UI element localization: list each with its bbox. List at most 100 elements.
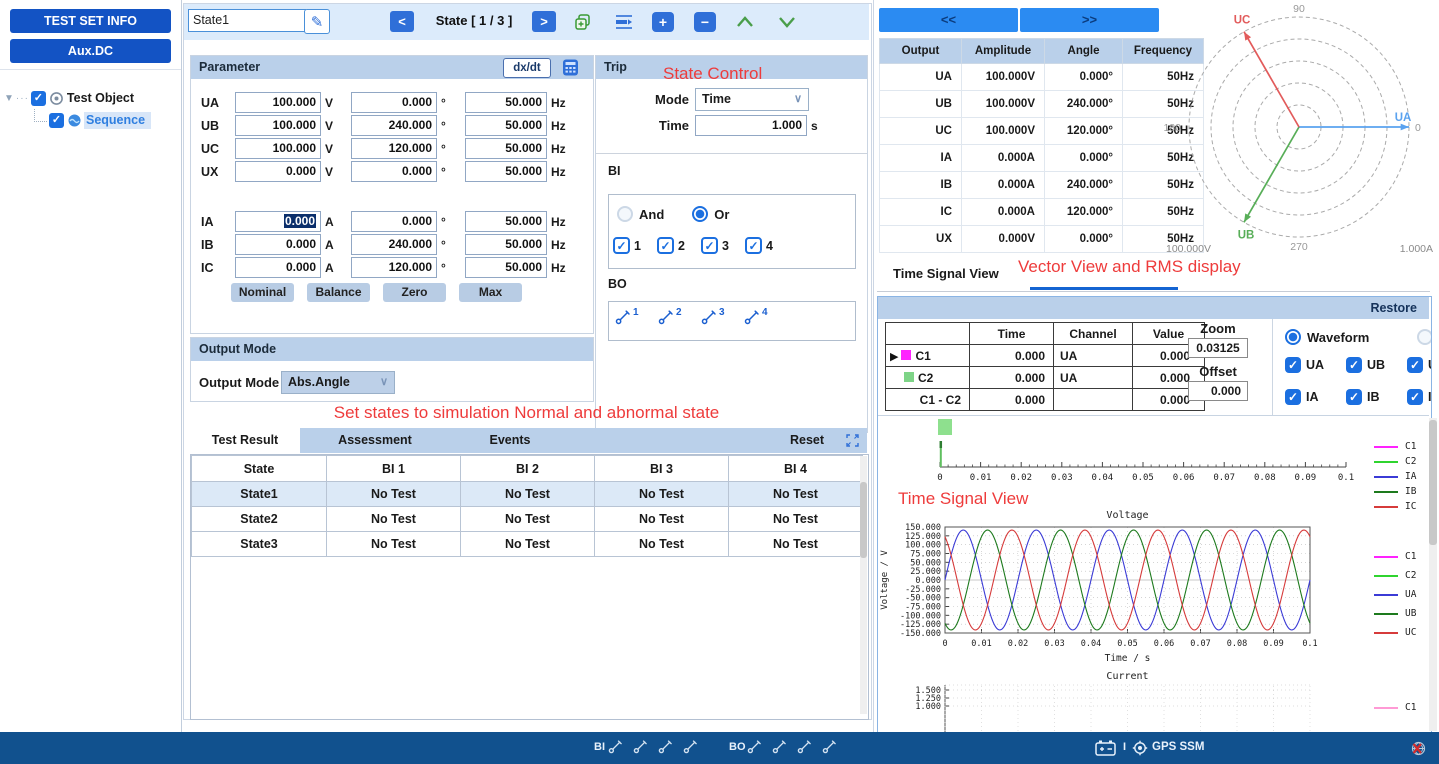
expand-button[interactable] — [837, 428, 867, 453]
result-scrollbar[interactable] — [860, 456, 867, 714]
bi-checkbox-4[interactable]: ✓ — [745, 237, 762, 254]
ux-angle-input[interactable]: 0.000 — [351, 161, 437, 182]
or-radio[interactable] — [692, 206, 708, 222]
and-radio[interactable] — [617, 206, 633, 222]
ic-angle-input[interactable]: 120.000 — [351, 257, 437, 278]
max-button[interactable]: Max — [459, 283, 522, 302]
result-row-state3[interactable]: State3No TestNo TestNo TestNo Test — [192, 532, 863, 557]
zoom-input[interactable]: 0.03125 — [1188, 338, 1248, 358]
tree-collapse-icon[interactable]: ▼ — [4, 93, 14, 104]
trip-time-input[interactable]: 1.000 — [695, 115, 807, 136]
ia-angle-input[interactable]: 0.000 — [351, 211, 437, 232]
ib-checkbox[interactable]: ✓ — [1346, 389, 1362, 405]
ic-checkbox[interactable]: ✓ — [1407, 389, 1423, 405]
add-state-button[interactable]: + — [652, 12, 674, 32]
test-set-info-button[interactable]: TEST SET INFO — [10, 9, 171, 33]
result-row-state1[interactable]: State1No TestNo TestNo TestNo Test — [192, 482, 863, 507]
uc-angle-input[interactable]: 120.000 — [351, 138, 437, 159]
aux-dc-button[interactable]: Aux.DC — [10, 39, 171, 63]
page-prev-button[interactable]: << — [879, 8, 1018, 32]
play-triangle-icon[interactable]: ▶ — [890, 351, 898, 363]
ux-frequency-input[interactable]: 50.000 — [465, 161, 547, 182]
second-display-radio[interactable] — [1417, 329, 1432, 345]
edit-state-name-button[interactable]: ✎ — [304, 9, 330, 34]
ia-frequency-input[interactable]: 50.000 — [465, 211, 547, 232]
uc-frequency-input[interactable]: 50.000 — [465, 138, 547, 159]
ua-frequency-input[interactable]: 50.000 — [465, 92, 547, 113]
channel-toggle-ib[interactable]: ✓IB — [1346, 389, 1385, 405]
bi-checkbox-1[interactable]: ✓ — [613, 237, 630, 254]
remove-state-button[interactable]: − — [694, 12, 716, 32]
bi-check-2: ✓2 — [657, 237, 701, 254]
tab-assessment[interactable]: Assessment — [300, 428, 450, 453]
tab-events[interactable]: Events — [450, 428, 570, 453]
bi-checkbox-3[interactable]: ✓ — [701, 237, 718, 254]
prev-state-button[interactable]: < — [390, 11, 414, 32]
cursor-row-3[interactable]: C1 - C20.0000.000 — [886, 389, 1205, 411]
voltage-ylabel: Voltage / V — [880, 550, 890, 610]
channel-toggle-uc[interactable]: ✓UC — [1407, 357, 1432, 373]
dxdt-button[interactable]: dx/dt — [503, 58, 551, 78]
ic-amplitude-input[interactable]: 0.000 — [235, 257, 321, 278]
ia-checkbox[interactable]: ✓ — [1285, 389, 1301, 405]
tree-item-test-object[interactable]: ▼ ··· ✓ Test Object — [4, 88, 134, 108]
next-state-button[interactable]: > — [532, 11, 556, 32]
globe-disconnected-icon[interactable] — [1410, 740, 1427, 757]
result-row-state2[interactable]: State2No TestNo TestNo TestNo Test — [192, 507, 863, 532]
move-down-button[interactable] — [776, 13, 798, 31]
ua-amplitude-input[interactable]: 100.000 — [235, 92, 321, 113]
balance-button[interactable]: Balance — [307, 283, 370, 302]
tree-item-sequence[interactable]: ✓ Sequence — [30, 110, 151, 130]
time-cursor-slider-handle[interactable] — [938, 419, 952, 435]
uc-checkbox[interactable]: ✓ — [1407, 357, 1423, 373]
channel-toggle-ub[interactable]: ✓UB — [1346, 357, 1385, 373]
ib-frequency-input[interactable]: 50.000 — [465, 234, 547, 255]
amplitude-unit: V — [321, 96, 343, 110]
bo-switch-2[interactable]: 2 — [658, 309, 701, 328]
bo-switch-4[interactable]: 4 — [744, 309, 787, 328]
channel-toggle-ia[interactable]: ✓IA — [1285, 389, 1324, 405]
signal-scrollbar-thumb[interactable] — [1429, 420, 1437, 545]
output-mode-select[interactable]: Abs.Angle∨ — [281, 371, 395, 394]
copy-state-button[interactable] — [572, 11, 594, 33]
legend-entry-ua: UA — [1374, 585, 1416, 604]
cursor-row-1[interactable]: ▶C10.000UA0.000 — [886, 345, 1205, 367]
cursor-row-2[interactable]: C20.000UA0.000 — [886, 367, 1205, 389]
channel-toggle-ua[interactable]: ✓UA — [1285, 357, 1324, 373]
move-up-button[interactable] — [734, 13, 756, 31]
waveform-radio[interactable] — [1285, 329, 1301, 345]
zero-button[interactable]: Zero — [383, 283, 446, 302]
ua-checkbox[interactable]: ✓ — [1285, 357, 1301, 373]
ub-checkbox[interactable]: ✓ — [1346, 357, 1362, 373]
restore-button[interactable]: Restore — [1370, 301, 1417, 315]
ub-frequency-input[interactable]: 50.000 — [465, 115, 547, 136]
signal-scrollbar[interactable] — [1429, 418, 1437, 731]
cursor-channel-cell — [1054, 389, 1133, 411]
trip-mode-select[interactable]: Time∨ — [695, 88, 809, 111]
test-object-checkbox[interactable]: ✓ — [31, 91, 46, 106]
nominal-button[interactable]: Nominal — [231, 283, 294, 302]
tab-test-result[interactable]: Test Result — [190, 428, 300, 453]
page-next-button[interactable]: >> — [1020, 8, 1159, 32]
uc-amplitude-input[interactable]: 100.000 — [235, 138, 321, 159]
ib-amplitude-input[interactable]: 0.000 — [235, 234, 321, 255]
ic-frequency-input[interactable]: 50.000 — [465, 257, 547, 278]
ub-amplitude-input[interactable]: 100.000 — [235, 115, 321, 136]
calculator-button[interactable] — [560, 57, 581, 78]
ub-angle-input[interactable]: 240.000 — [351, 115, 437, 136]
tab-time-signal-view[interactable]: Time Signal View — [893, 266, 999, 281]
ia-amplitude-input[interactable]: 0.000 — [235, 211, 321, 232]
result-scrollbar-thumb[interactable] — [860, 482, 867, 558]
ux-amplitude-input[interactable]: 0.000 — [235, 161, 321, 182]
offset-input[interactable]: 0.000 — [1188, 381, 1248, 401]
reset-button[interactable]: Reset — [777, 428, 837, 453]
sequence-checkbox[interactable]: ✓ — [49, 113, 64, 128]
bi-checkbox-2[interactable]: ✓ — [657, 237, 674, 254]
ua-angle-input[interactable]: 0.000 — [351, 92, 437, 113]
insert-state-button[interactable] — [612, 11, 636, 33]
bo-switch-1[interactable]: 1 — [615, 309, 658, 328]
state-name-input[interactable]: State1 — [188, 9, 306, 32]
channel-toggle-ic[interactable]: ✓IC — [1407, 389, 1432, 405]
ib-angle-input[interactable]: 240.000 — [351, 234, 437, 255]
bo-switch-3[interactable]: 3 — [701, 309, 744, 328]
